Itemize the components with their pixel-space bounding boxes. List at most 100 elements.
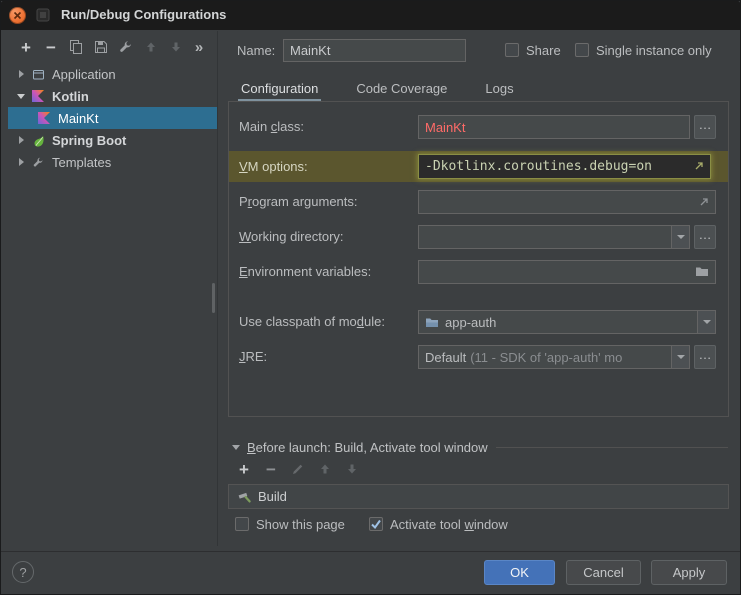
ok-button[interactable]: OK — [484, 560, 555, 585]
program-arguments-input[interactable] — [418, 190, 716, 214]
main-class-browse-button[interactable]: … — [694, 115, 716, 139]
close-icon — [13, 11, 22, 20]
close-button[interactable] — [9, 7, 26, 24]
activate-tool-window-checkbox[interactable] — [369, 517, 383, 531]
environment-variables-label: Environment variables: — [239, 264, 372, 279]
single-instance-label: Single instance only — [596, 43, 712, 58]
main-class-label: Main class: — [239, 119, 305, 134]
build-task-label: Build — [258, 489, 287, 504]
classpath-module-combo[interactable]: app-auth — [418, 310, 716, 334]
tree-item-label: Templates — [52, 154, 112, 170]
vm-options-label: VM options: — [239, 159, 308, 174]
working-directory-combo[interactable] — [418, 225, 690, 249]
share-checkbox[interactable] — [505, 43, 519, 57]
kotlin-icon — [30, 90, 46, 102]
dropdown-arrow-icon[interactable] — [671, 226, 689, 248]
edit-templates-wrench-icon[interactable] — [118, 39, 134, 55]
move-up-icon[interactable] — [317, 461, 333, 477]
check-icon — [371, 519, 381, 530]
single-instance-checkbox[interactable] — [575, 43, 589, 57]
show-this-page-label: Show this page — [256, 517, 345, 532]
tree-item-mainkt[interactable]: MainKt — [8, 107, 217, 129]
name-input[interactable] — [283, 39, 466, 62]
chevron-right-icon[interactable] — [14, 158, 28, 166]
before-launch-task-build[interactable]: Build — [228, 484, 729, 509]
add-icon[interactable]: + — [18, 39, 34, 56]
remove-icon[interactable]: − — [263, 461, 279, 478]
tree-item-label: Application — [52, 66, 116, 82]
working-directory-browse-button[interactable]: … — [694, 225, 716, 249]
tab-logs[interactable]: Logs — [482, 78, 516, 101]
configurations-tree: Application Kotlin MainKt Spring Boot Te… — [8, 63, 217, 173]
expand-field-icon[interactable] — [693, 160, 705, 175]
section-divider — [495, 446, 728, 448]
build-hammer-icon — [238, 492, 251, 502]
tab-configuration[interactable]: Configuration — [238, 78, 322, 101]
jre-browse-button[interactable]: … — [694, 345, 716, 369]
before-launch-title: Before launch: Build, Activate tool wind… — [247, 439, 488, 455]
kotlin-icon — [36, 112, 52, 124]
window-icon — [36, 8, 50, 22]
before-launch-toolbar: + − — [236, 461, 360, 478]
share-label: Share — [526, 43, 561, 58]
jre-value-detail: (11 - SDK of 'app-auth' mo — [470, 349, 623, 365]
application-icon — [30, 68, 46, 81]
edit-pencil-icon[interactable] — [290, 461, 306, 477]
tree-item-label: Kotlin — [52, 88, 89, 104]
spring-boot-leaf-icon — [30, 134, 46, 147]
jre-combo[interactable]: Default (11 - SDK of 'app-auth' mo — [418, 345, 690, 369]
vm-options-highlight-row: VM options: — [229, 151, 728, 182]
save-icon[interactable] — [93, 39, 109, 55]
before-launch-options: Show this page Activate tool window — [228, 514, 729, 536]
move-down-icon[interactable] — [168, 39, 184, 55]
tree-item-templates[interactable]: Templates — [8, 151, 217, 173]
expand-field-icon[interactable] — [698, 196, 710, 211]
name-row: Name: Share Single instance only — [228, 36, 733, 66]
before-launch-header[interactable]: Before launch: Build, Activate tool wind… — [228, 438, 729, 456]
copy-icon[interactable] — [68, 39, 84, 55]
main-class-input[interactable] — [418, 115, 690, 139]
tab-bar: Configuration Code Coverage Logs — [228, 76, 729, 101]
working-directory-label: Working directory: — [239, 229, 344, 244]
tree-scrollbar-thumb[interactable] — [212, 283, 215, 313]
chevron-right-icon[interactable] — [14, 70, 28, 78]
program-arguments-label: Program arguments: — [239, 194, 358, 209]
more-actions-icon[interactable]: » — [193, 39, 205, 56]
tree-item-label: Spring Boot — [52, 132, 127, 148]
configurations-tree-panel: + − » Application Kotlin MainKt Spring B… — [8, 31, 218, 546]
vm-options-input[interactable] — [418, 154, 711, 179]
tree-toolbar: + − » — [8, 31, 217, 60]
chevron-right-icon[interactable] — [14, 136, 28, 144]
templates-wrench-icon — [30, 156, 46, 169]
browse-folder-icon[interactable] — [695, 265, 709, 280]
module-icon — [426, 318, 438, 327]
tree-item-spring-boot[interactable]: Spring Boot — [8, 129, 217, 151]
remove-icon[interactable]: − — [43, 39, 59, 56]
move-down-icon[interactable] — [344, 461, 360, 477]
tree-item-application[interactable]: Application — [8, 63, 217, 85]
classpath-module-label: Use classpath of module: — [239, 314, 385, 329]
move-up-icon[interactable] — [143, 39, 159, 55]
tree-item-kotlin[interactable]: Kotlin — [8, 85, 217, 107]
section-collapse-icon[interactable] — [232, 444, 240, 450]
apply-button[interactable]: Apply — [651, 560, 727, 585]
name-label: Name: — [237, 43, 276, 58]
dialog-footer: ? OK Cancel Apply — [0, 551, 741, 595]
activate-tool-window-label: Activate tool window — [390, 517, 508, 532]
classpath-module-value: app-auth — [419, 315, 697, 330]
chevron-down-icon[interactable] — [14, 93, 28, 99]
environment-variables-input[interactable] — [418, 260, 716, 284]
help-button[interactable]: ? — [12, 561, 34, 583]
window-title: Run/Debug Configurations — [61, 7, 227, 22]
configuration-form: Main class: … VM options: Program argume… — [228, 101, 729, 417]
add-icon[interactable]: + — [236, 461, 252, 478]
show-this-page-checkbox[interactable] — [235, 517, 249, 531]
dropdown-arrow-icon[interactable] — [671, 346, 689, 368]
jre-value: Default (11 - SDK of 'app-auth' mo — [425, 349, 623, 365]
jre-label: JRE: — [239, 349, 268, 364]
cancel-button[interactable]: Cancel — [566, 560, 641, 585]
dropdown-arrow-icon[interactable] — [697, 311, 715, 333]
tab-code-coverage[interactable]: Code Coverage — [353, 78, 450, 101]
tree-item-label: MainKt — [58, 110, 99, 126]
titlebar: Run/Debug Configurations — [0, 0, 741, 30]
